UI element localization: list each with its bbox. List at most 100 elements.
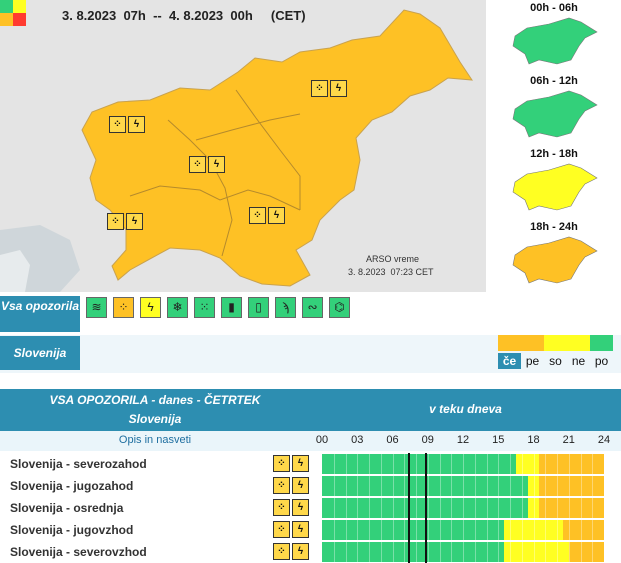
timeline-gridline <box>568 476 570 496</box>
rain-icon: ⁘ <box>189 156 206 173</box>
timeline-gridline <box>580 520 582 540</box>
timeline-gridline <box>416 520 417 540</box>
rain-icon: ⁘ <box>249 207 266 224</box>
warnings-table: VSA OPOZORILA - danes - ČETRTEK Slovenij… <box>0 389 621 563</box>
timeline-gridline <box>533 498 535 518</box>
current-time-marker <box>407 453 410 475</box>
day-tab-če[interactable]: če <box>498 353 521 369</box>
timeline-gridline <box>404 454 406 474</box>
timeline-gridline <box>439 542 441 562</box>
region-name: Slovenija - severozahod <box>10 457 147 471</box>
region-warning-osrednja[interactable]: ⁘ ϟ <box>189 156 225 173</box>
table-row[interactable]: Slovenija - severozahod ⁘ ϟ <box>0 453 621 475</box>
current-time-marker <box>407 519 410 541</box>
timeline-gridline <box>357 520 359 540</box>
timeline-gridline <box>510 542 511 562</box>
day-warning-color[interactable] <box>521 335 544 351</box>
interval-map-00-06[interactable]: 00h - 06h <box>487 0 621 73</box>
hour-tick-label: 03 <box>351 434 364 446</box>
fog-icon[interactable]: ∾ <box>302 297 323 318</box>
timeline-gridline <box>380 476 382 496</box>
wind-icon[interactable]: ≋ <box>86 297 107 318</box>
timeline-gridline <box>580 542 582 562</box>
current-time-marker <box>425 453 428 475</box>
thunderstorm-icon[interactable]: ϟ <box>140 297 161 318</box>
table-row[interactable]: Slovenija - jugozahod ⁘ ϟ <box>0 475 621 497</box>
high-temperature-icon[interactable]: ▮ <box>221 297 242 318</box>
timeline-gridline <box>357 542 359 562</box>
hour-tick-label: 24 <box>597 434 611 446</box>
timeline-gridline <box>404 498 406 518</box>
timeline-gridline <box>568 454 570 474</box>
timeline-gridline <box>592 520 594 540</box>
timeline-gridline <box>498 454 500 474</box>
warning-map[interactable]: 3. 8.2023 07h -- 4. 8.2023 00h (CET) ⁘ ϟ … <box>0 0 486 292</box>
day-tab-po[interactable]: po <box>590 353 613 369</box>
region-name: Slovenija - osrednja <box>10 501 124 515</box>
description-link[interactable]: Opis in nasveti <box>0 434 310 446</box>
rain-icon: ⁘ <box>273 499 290 516</box>
timeline-gridline <box>545 498 547 518</box>
timeline-gridline <box>592 454 594 474</box>
timeline-gridline <box>498 498 500 518</box>
current-time-marker <box>425 497 428 519</box>
day-warning-color[interactable] <box>544 335 567 351</box>
timeline-segment-orange <box>539 454 604 474</box>
interval-maps: 00h - 06h 06h - 12h 12h - 18h 18h - 24h <box>487 0 621 292</box>
timeline-gridline <box>510 454 511 474</box>
fire-icon[interactable]: ϡ <box>275 297 296 318</box>
day-warning-color[interactable] <box>567 335 590 351</box>
timeline-segment-yellow <box>504 542 569 562</box>
day-warning-color[interactable] <box>590 335 613 351</box>
table-region: Slovenija <box>128 412 182 426</box>
interval-map-06-12[interactable]: 06h - 12h <box>487 73 621 146</box>
region-name: Slovenija - jugozahod <box>10 479 134 493</box>
timeline-gridline <box>521 542 523 562</box>
timeline-gridline <box>568 520 570 540</box>
timeline-gridline <box>592 498 594 518</box>
timeline-gridline <box>439 520 441 540</box>
interval-map-12-18[interactable]: 12h - 18h <box>487 146 621 219</box>
row-warning-icons: ⁘ ϟ <box>273 543 309 560</box>
timeline-gridline <box>545 542 547 562</box>
day-warning-color[interactable] <box>498 335 521 351</box>
hour-tick-label: 00 <box>315 434 329 446</box>
day-tab-ne[interactable]: ne <box>567 353 590 369</box>
timeline-gridline <box>474 520 476 540</box>
thunderstorm-icon: ϟ <box>330 80 347 97</box>
timeline-gridline <box>580 454 582 474</box>
period-text: 3. 8.2023 07h -- 4. 8.2023 00h <box>62 8 253 23</box>
timeline-gridline <box>474 498 476 518</box>
warning-type-filter-bar: Vsa opozorila ≋ ⁘ ϟ ❄ ⁙ ▮ ▯ ϡ ∾ ⌬ <box>0 295 621 335</box>
timeline-gridline <box>345 520 347 540</box>
region-warning-severovzhod[interactable]: ⁘ ϟ <box>311 80 347 97</box>
timeline-gridline <box>533 476 535 496</box>
day-tab-pe[interactable]: pe <box>521 353 544 369</box>
timeline-gridline <box>521 498 523 518</box>
timeline-gridline <box>439 454 441 474</box>
low-temperature-icon[interactable]: ▯ <box>248 297 269 318</box>
timeline-gridline <box>510 520 511 540</box>
timeline-gridline <box>533 520 535 540</box>
all-warnings-button[interactable]: Vsa opozorila <box>0 296 80 332</box>
hour-tick-label: 21 <box>562 434 575 446</box>
region-warning-severozahod[interactable]: ⁘ ϟ <box>109 116 145 133</box>
day-tab-so[interactable]: so <box>544 353 567 369</box>
rain-icon[interactable]: ⁘ <box>113 297 134 318</box>
snow-rain-icon[interactable]: ⁙ <box>194 297 215 318</box>
ice-icon[interactable]: ⌬ <box>329 297 350 318</box>
legend-color-squares <box>0 0 26 26</box>
timeline-segment-yellow <box>515 454 540 474</box>
slovenia-mini-map <box>512 163 598 211</box>
table-row[interactable]: Slovenija - jugovzhod ⁘ ϟ <box>0 519 621 541</box>
table-row[interactable]: Slovenija - osrednja ⁘ ϟ <box>0 497 621 519</box>
timeline-gridline <box>463 520 464 540</box>
interval-map-18-24[interactable]: 18h - 24h <box>487 219 621 292</box>
region-warning-jugovzhod[interactable]: ⁘ ϟ <box>249 207 285 224</box>
timeline-gridline <box>369 498 370 518</box>
table-header-left: VSA OPOZORILA - danes - ČETRTEK Slovenij… <box>0 389 310 431</box>
region-warning-jugozahod[interactable]: ⁘ ϟ <box>107 213 143 230</box>
snow-icon[interactable]: ❄ <box>167 297 188 318</box>
timeline-segment-orange <box>539 498 604 518</box>
thunderstorm-icon: ϟ <box>292 543 309 560</box>
